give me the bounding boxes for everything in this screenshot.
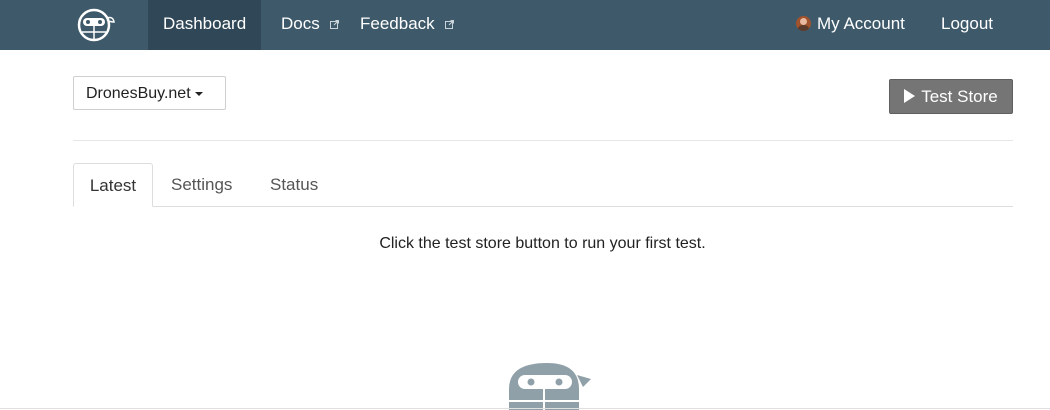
page-bottom-border bbox=[0, 408, 1050, 409]
test-store-label: Test Store bbox=[921, 87, 998, 106]
nav-dashboard-label: Dashboard bbox=[163, 14, 247, 33]
external-link-icon bbox=[445, 20, 455, 30]
top-navbar: Dashboard Docs Feedback My Account Logou… bbox=[0, 0, 1050, 50]
tabs-baseline bbox=[73, 206, 1013, 207]
section-divider bbox=[73, 140, 1013, 141]
empty-state-message: Click the test store button to run your … bbox=[379, 235, 706, 252]
logout-link[interactable]: Logout bbox=[941, 0, 993, 50]
avatar bbox=[796, 16, 811, 31]
tab-status[interactable]: Status bbox=[270, 163, 318, 206]
ninja-mascot-icon bbox=[509, 363, 591, 410]
my-account-link[interactable]: My Account bbox=[796, 0, 905, 50]
nav-docs[interactable]: Docs bbox=[281, 0, 340, 50]
tab-latest-label: Latest bbox=[89, 176, 137, 195]
store-dropdown-label: DronesBuy.net bbox=[86, 85, 191, 102]
my-account-label: My Account bbox=[817, 14, 905, 33]
ninja-logo-icon[interactable] bbox=[74, 8, 118, 42]
nav-docs-label: Docs bbox=[281, 14, 320, 33]
nav-feedback-label: Feedback bbox=[360, 14, 435, 33]
tab-settings[interactable]: Settings bbox=[171, 163, 232, 206]
store-dropdown[interactable]: DronesBuy.net bbox=[73, 76, 226, 110]
nav-dashboard[interactable]: Dashboard bbox=[148, 0, 262, 50]
tab-settings-label: Settings bbox=[171, 175, 233, 194]
tab-latest[interactable]: Latest bbox=[73, 163, 153, 207]
external-link-icon bbox=[330, 20, 340, 30]
tab-status-label: Status bbox=[270, 175, 319, 194]
test-store-button[interactable]: Test Store bbox=[889, 79, 1013, 114]
play-icon bbox=[904, 89, 916, 103]
nav-feedback[interactable]: Feedback bbox=[360, 0, 455, 50]
logout-label: Logout bbox=[941, 14, 993, 33]
caret-down-icon bbox=[194, 91, 203, 96]
